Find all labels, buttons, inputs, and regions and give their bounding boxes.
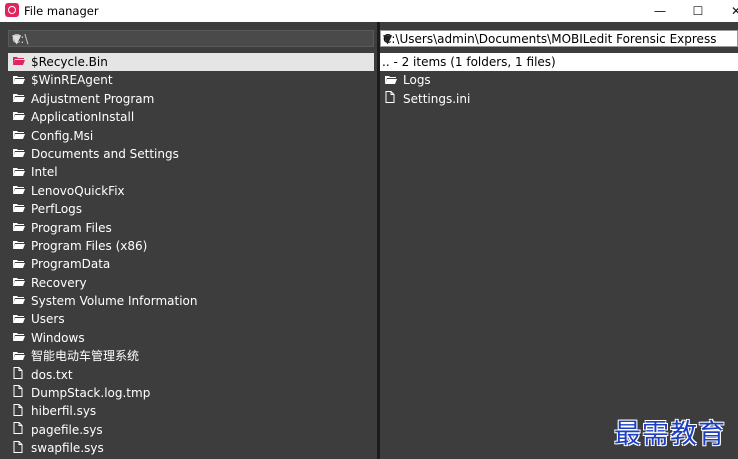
folder-icon: [13, 72, 25, 90]
item-label: DumpStack.log.tmp: [31, 386, 151, 401]
folder-icon: [13, 348, 25, 366]
item-label: Windows: [31, 330, 85, 345]
close-button[interactable]: ✕: [722, 2, 738, 20]
file-icon: [385, 90, 397, 108]
item-label: dos.txt: [31, 367, 73, 382]
item-label: Config.Msi: [31, 128, 94, 143]
item-label: Intel: [31, 165, 58, 180]
folder-icon: [385, 72, 397, 90]
item-label: Logs: [403, 73, 431, 88]
folder-list-item[interactable]: Documents and Settings: [8, 145, 374, 163]
folder-list-item[interactable]: ApplicationInstall: [8, 108, 374, 126]
right-pane: C:\Users\admin\Documents\MOBILedit Foren…: [380, 22, 738, 459]
folder-list-item[interactable]: Users: [8, 310, 374, 328]
folder-list-item[interactable]: Program Files (x86): [8, 237, 374, 255]
item-label: Users: [31, 312, 65, 327]
folder-icon: [13, 127, 25, 145]
item-label: $Recycle.Bin: [31, 55, 108, 69]
folder-list-item[interactable]: Recovery: [8, 274, 374, 292]
folder-icon: [13, 200, 25, 218]
folder-list-item[interactable]: ProgramData: [8, 255, 374, 273]
folder-icon: [13, 219, 25, 237]
minimize-button[interactable]: —: [646, 2, 674, 20]
folder-list-item[interactable]: PerfLogs: [8, 200, 374, 218]
item-label: 智能电动车管理系统: [31, 349, 140, 364]
folder-list-item[interactable]: System Volume Information: [8, 292, 374, 310]
folder-icon: [13, 90, 25, 108]
folder-list-item[interactable]: $WinREAgent: [8, 71, 374, 89]
item-label: hiberfil.sys: [31, 404, 97, 419]
folder-icon: [13, 237, 25, 255]
file-list-item[interactable]: pagefile.sys: [8, 421, 374, 439]
item-label: pagefile.sys: [31, 422, 103, 437]
file-list-item[interactable]: hiberfil.sys: [8, 402, 374, 420]
file-list-item[interactable]: Settings.ini: [380, 90, 738, 108]
folder-icon: [13, 108, 25, 126]
left-pane: C:\ ▼ $Recycle.Bin $WinREAgent Adjustment …: [0, 22, 377, 459]
right-path-dropdown[interactable]: C:\Users\admin\Documents\MOBILedit Foren…: [380, 30, 738, 47]
item-label: ProgramData: [31, 257, 111, 272]
title-bar: File manager — ☐ ✕: [0, 0, 738, 22]
left-path-dropdown[interactable]: C:\ ▼: [8, 30, 374, 47]
item-label: $WinREAgent: [31, 73, 113, 88]
folder-icon: [13, 274, 25, 292]
item-label: Program Files: [31, 220, 112, 235]
folder-icon: [13, 329, 25, 347]
item-label: PerfLogs: [31, 202, 83, 217]
item-label: Settings.ini: [403, 91, 471, 106]
folder-icon: [13, 182, 25, 200]
item-label: System Volume Information: [31, 294, 198, 309]
item-label: Documents and Settings: [31, 146, 179, 161]
folder-icon: [13, 292, 25, 310]
folder-icon: [13, 164, 25, 182]
chevron-down-icon[interactable]: ▼: [12, 32, 370, 47]
folder-list-item[interactable]: $Recycle.Bin: [8, 53, 374, 72]
folder-list-item[interactable]: Logs: [380, 71, 738, 89]
item-label: Recovery: [31, 275, 87, 290]
right-file-list: .. - 2 items (1 folders, 1 files) Logs Se…: [380, 53, 738, 108]
file-list-item[interactable]: swapfile.sys: [8, 439, 374, 457]
item-label: LenovoQuickFix: [31, 183, 125, 198]
maximize-button[interactable]: ☐: [684, 2, 712, 20]
folder-icon: [13, 53, 25, 71]
file-icon: [13, 421, 25, 439]
file-icon: [13, 384, 25, 402]
folder-list-item[interactable]: Intel: [8, 163, 374, 181]
folder-list-item[interactable]: 智能电动车管理系统: [8, 347, 374, 365]
file-list-item[interactable]: dos.txt: [8, 366, 374, 384]
folder-list-item[interactable]: Adjustment Program: [8, 90, 374, 108]
folder-icon: [13, 145, 25, 163]
file-icon: [13, 403, 25, 421]
chevron-down-icon[interactable]: ▼: [383, 32, 734, 47]
app-logo-icon: [5, 3, 19, 17]
watermark: 最需教育: [614, 419, 726, 450]
left-file-list: $Recycle.Bin $WinREAgent Adjustment Progra…: [8, 53, 374, 458]
window-title: File manager: [24, 4, 99, 18]
item-label: swapfile.sys: [31, 441, 104, 456]
file-icon: [13, 440, 25, 458]
folder-list-item[interactable]: LenovoQuickFix: [8, 182, 374, 200]
folder-icon: [13, 256, 25, 274]
item-label: ApplicationInstall: [31, 110, 135, 125]
item-label: Program Files (x86): [31, 238, 148, 253]
parent-directory-row[interactable]: .. - 2 items (1 folders, 1 files): [380, 53, 738, 72]
file-icon: [13, 366, 25, 384]
folder-list-item[interactable]: Windows: [8, 329, 374, 347]
folder-list-item[interactable]: Program Files: [8, 219, 374, 237]
item-label: Adjustment Program: [31, 91, 155, 106]
folder-list-item[interactable]: Config.Msi: [8, 127, 374, 145]
file-list-item[interactable]: DumpStack.log.tmp: [8, 384, 374, 402]
folder-icon: [13, 311, 25, 329]
